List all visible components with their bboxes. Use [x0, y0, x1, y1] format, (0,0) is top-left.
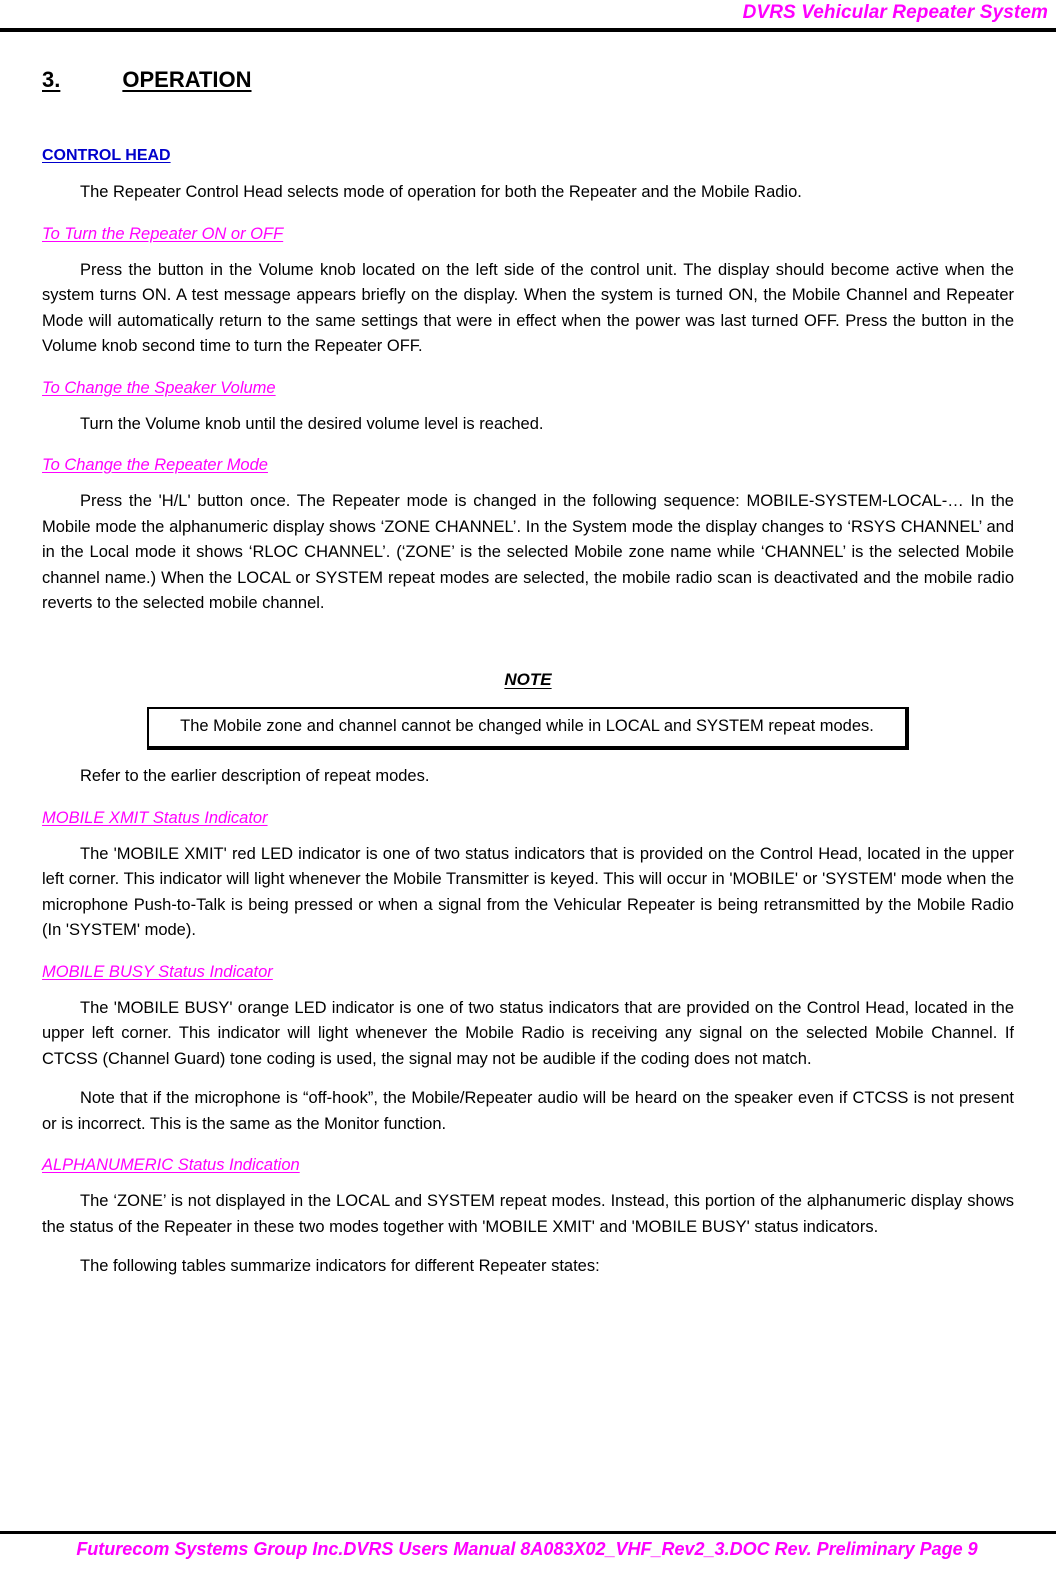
subheading-turn-on-off: To Turn the Repeater ON or OFF — [42, 224, 284, 243]
header-divider — [0, 28, 1056, 32]
document-page: DVRS Vehicular Repeater System 3. OPERATI… — [0, 0, 1056, 1569]
page-footer: Futurecom Systems Group Inc.DVRS Users M… — [0, 1507, 1056, 1569]
paragraph-mobile-busy-note: Note that if the microphone is “off-hook… — [42, 1089, 1014, 1133]
subheading-mobile-xmit-wrap: MOBILE XMIT Status Indicator — [42, 808, 1014, 828]
paragraph-mobile-xmit: The 'MOBILE XMIT' red LED indicator is o… — [42, 844, 1014, 940]
section-title: OPERATION — [122, 67, 252, 92]
control-head-heading: CONTROL HEAD — [42, 147, 171, 164]
note-box: The Mobile zone and channel cannot be ch… — [147, 706, 909, 750]
footer-divider — [0, 1531, 1056, 1534]
control-head-heading-wrap: CONTROL HEAD — [42, 120, 1014, 166]
subheading-speaker-volume: To Change the Speaker Volume — [42, 378, 276, 397]
subheading-alphanumeric: ALPHANUMERIC Status Indication — [42, 1156, 300, 1174]
subheading-repeater-mode-wrap: To Change the Repeater Mode — [42, 455, 1014, 475]
control-head-intro: The Repeater Control Head selects mode o… — [80, 183, 802, 201]
paragraph-following-tables: The following tables summarize indicator… — [80, 1257, 600, 1275]
header-title: DVRS Vehicular Repeater System — [742, 2, 1048, 23]
page-header: DVRS Vehicular Repeater System — [0, 0, 1056, 36]
paragraph-alphanumeric: The ‘ZONE’ is not displayed in the LOCAL… — [42, 1192, 1014, 1236]
page-content: 3. OPERATION CONTROL HEAD The Repeater Co… — [42, 44, 1014, 1280]
subheading-turn-on-off-wrap: To Turn the Repeater ON or OFF — [42, 224, 1014, 244]
paragraph-mobile-busy: The 'MOBILE BUSY' orange LED indicator i… — [42, 998, 1014, 1068]
paragraph-speaker-volume: Turn the Volume knob until the desired v… — [80, 414, 544, 433]
subheading-repeater-mode: To Change the Repeater Mode — [42, 456, 268, 474]
paragraph-repeater-mode: Press the 'H/L' button once. The Repeate… — [42, 492, 1014, 612]
subheading-speaker-volume-wrap: To Change the Speaker Volume — [42, 378, 1014, 398]
subheading-mobile-busy-wrap: MOBILE BUSY Status Indicator — [42, 962, 1014, 982]
subheading-mobile-busy: MOBILE BUSY Status Indicator — [42, 962, 273, 981]
footer-text: Futurecom Systems Group Inc.DVRS Users M… — [76, 1539, 978, 1559]
section-heading: 3. OPERATION — [42, 66, 1014, 94]
paragraph-refer-repeat-modes: Refer to the earlier description of repe… — [80, 767, 430, 785]
section-number: 3. — [42, 67, 61, 92]
subheading-mobile-xmit: MOBILE XMIT Status Indicator — [42, 808, 268, 827]
note-title: NOTE — [504, 669, 552, 689]
subheading-alphanumeric-wrap: ALPHANUMERIC Status Indication — [42, 1155, 1014, 1175]
paragraph-turn-on-off: Press the button in the Volume knob loca… — [42, 260, 1014, 356]
